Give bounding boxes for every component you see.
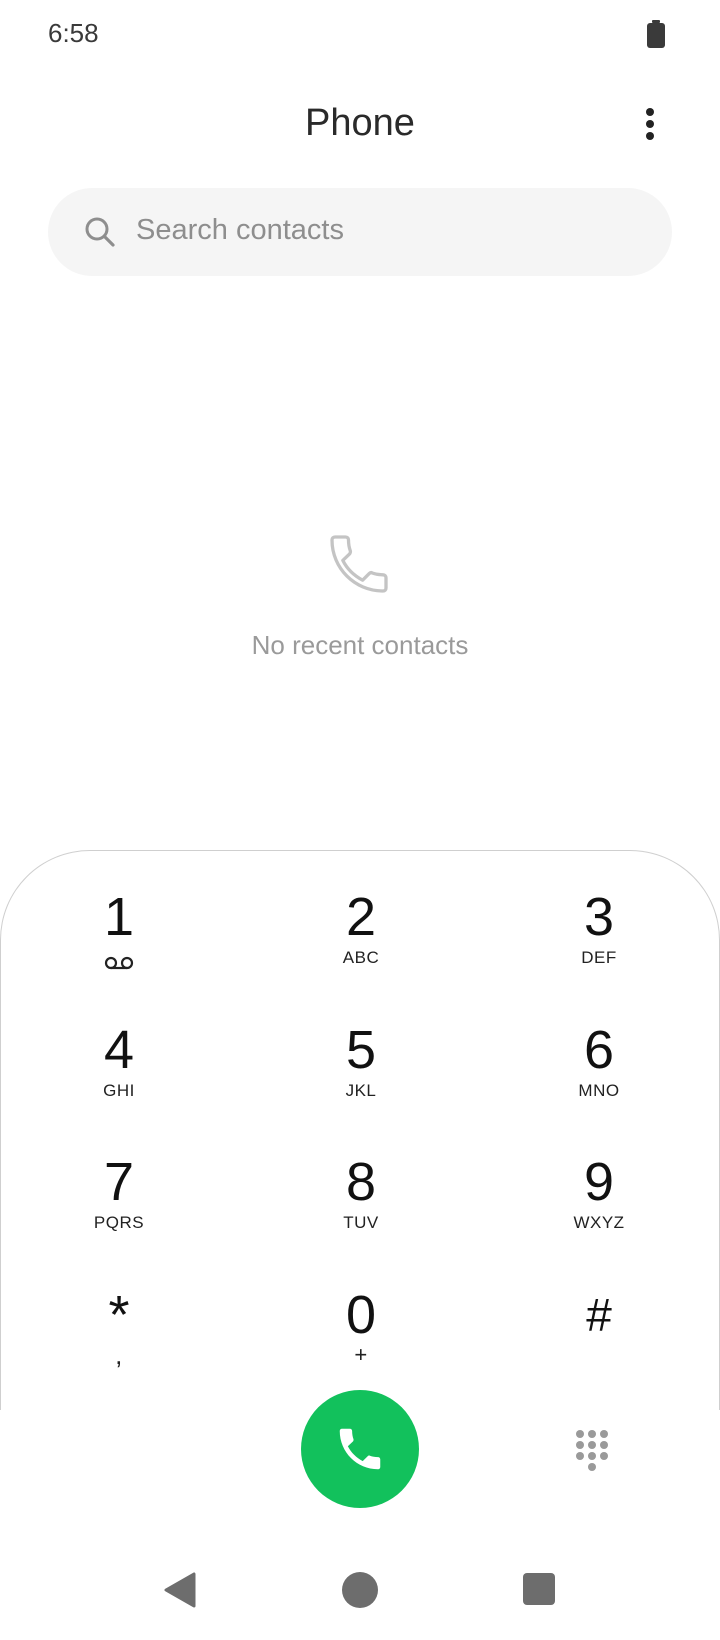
key-letters: DEF bbox=[581, 948, 617, 967]
search-icon bbox=[85, 217, 115, 247]
dialpad: 1 2 ABC 3 DEF 4 GHI 5 JKL 6 MNO 7 PQRS 8… bbox=[0, 850, 720, 1410]
key-digit: 7 bbox=[103, 1152, 135, 1212]
key-digit: 2 bbox=[345, 887, 377, 947]
page-title: Phone bbox=[305, 102, 415, 144]
key-letters: ABC bbox=[342, 948, 380, 967]
back-icon[interactable] bbox=[162, 1572, 198, 1608]
key-letters: TUV bbox=[343, 1213, 379, 1232]
key-digit: # bbox=[586, 1289, 612, 1341]
recents-icon[interactable] bbox=[523, 1573, 555, 1605]
key-digit: 1 bbox=[103, 887, 135, 947]
key-digit: 0 bbox=[345, 1285, 377, 1345]
phone-outline-icon bbox=[330, 535, 388, 593]
more-vert-icon bbox=[646, 108, 654, 140]
call-button[interactable] bbox=[301, 1390, 419, 1508]
key-digit: 5 bbox=[345, 1020, 377, 1080]
dial-key-1[interactable]: 1 bbox=[34, 886, 204, 996]
home-icon[interactable] bbox=[342, 1572, 378, 1608]
dial-key-8[interactable]: 8 TUV bbox=[276, 1151, 446, 1261]
key-digit: 4 bbox=[103, 1020, 135, 1080]
navigation-bar bbox=[0, 1540, 720, 1640]
key-letters: PQRS bbox=[93, 1213, 145, 1232]
key-digit: 9 bbox=[583, 1152, 615, 1212]
key-letters: WXYZ bbox=[573, 1213, 625, 1232]
key-digit: 8 bbox=[345, 1152, 377, 1212]
dial-key-3[interactable]: 3 DEF bbox=[514, 886, 684, 996]
key-letters: + bbox=[354, 1342, 368, 1367]
dialpad-icon[interactable] bbox=[572, 1428, 612, 1472]
phone-call-icon bbox=[339, 1428, 381, 1470]
search-input[interactable]: Search contacts bbox=[48, 188, 672, 276]
key-digit: 3 bbox=[583, 887, 615, 947]
dial-key-star[interactable]: * , bbox=[34, 1284, 204, 1394]
dial-key-7[interactable]: 7 PQRS bbox=[34, 1151, 204, 1261]
key-digit: * bbox=[108, 1285, 130, 1345]
dial-key-hash[interactable]: # bbox=[514, 1284, 684, 1394]
dial-key-4[interactable]: 4 GHI bbox=[34, 1019, 204, 1129]
status-time: 6:58 bbox=[48, 18, 99, 48]
dial-key-0[interactable]: 0 + bbox=[276, 1284, 446, 1394]
battery-icon bbox=[647, 20, 665, 48]
status-bar: 6:58 bbox=[0, 0, 720, 70]
dial-key-5[interactable]: 5 JKL bbox=[276, 1019, 446, 1129]
empty-state-message: No recent contacts bbox=[251, 630, 469, 660]
more-options-button[interactable] bbox=[628, 102, 672, 146]
key-digit: 6 bbox=[583, 1020, 615, 1080]
dial-key-2[interactable]: 2 ABC bbox=[276, 886, 446, 996]
dial-key-9[interactable]: 9 WXYZ bbox=[514, 1151, 684, 1261]
key-letters: , bbox=[115, 1340, 123, 1370]
voicemail-icon bbox=[104, 956, 134, 970]
dial-key-6[interactable]: 6 MNO bbox=[514, 1019, 684, 1129]
search-placeholder: Search contacts bbox=[136, 214, 344, 246]
key-letters: JKL bbox=[345, 1081, 377, 1100]
key-letters: MNO bbox=[578, 1081, 620, 1100]
key-letters: GHI bbox=[103, 1081, 135, 1100]
